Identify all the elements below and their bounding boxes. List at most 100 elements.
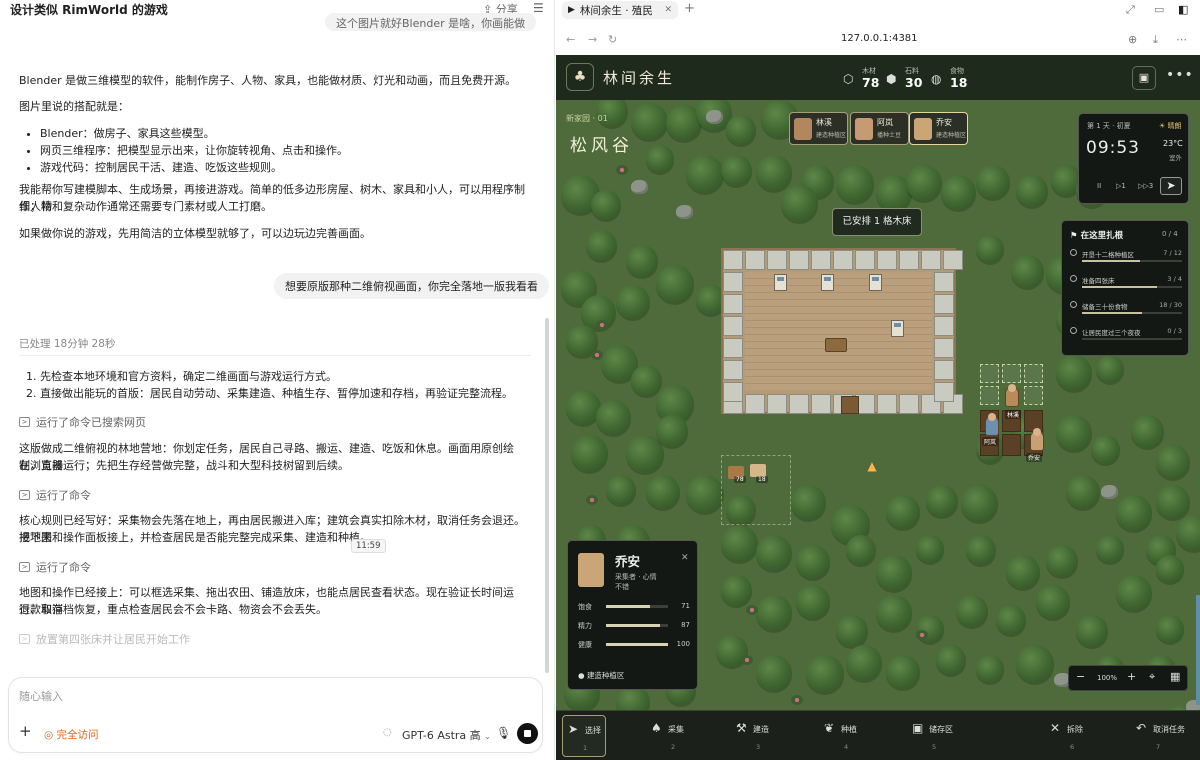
- tree[interactable]: [1016, 645, 1054, 683]
- expand-icon[interactable]: ⤢: [1126, 3, 1135, 17]
- browser-tab[interactable]: ▶ 林间余生 · 殖民 ✕: [562, 1, 678, 19]
- tree[interactable]: [876, 555, 912, 591]
- speed-1-button[interactable]: ▷1: [1116, 182, 1126, 190]
- wall-segment[interactable]: [934, 360, 954, 380]
- tool-leaf[interactable]: ❦ 种植 4: [824, 715, 882, 757]
- tree[interactable]: [1016, 175, 1048, 207]
- tree[interactable]: [1156, 555, 1184, 583]
- farm-cell[interactable]: [980, 386, 999, 405]
- tree[interactable]: [976, 235, 1004, 263]
- wall-segment[interactable]: [855, 250, 875, 270]
- tree[interactable]: [571, 435, 608, 472]
- tree[interactable]: [961, 485, 998, 522]
- wall-segment[interactable]: [921, 250, 941, 270]
- tree[interactable]: [726, 115, 756, 145]
- tree[interactable]: [926, 485, 958, 517]
- tree[interactable]: [836, 165, 874, 203]
- tree[interactable]: [686, 475, 724, 513]
- wall-segment[interactable]: [899, 250, 919, 270]
- wall-segment[interactable]: [877, 250, 897, 270]
- farm-cell[interactable]: [980, 364, 999, 383]
- colonist-card[interactable]: 阿岚 播种土豆: [850, 112, 909, 145]
- wall-segment[interactable]: [789, 250, 809, 270]
- tree[interactable]: [756, 595, 792, 631]
- tree[interactable]: [1056, 415, 1092, 451]
- tool-tree[interactable]: ♠ 采集 2: [651, 715, 709, 757]
- wall-segment[interactable]: [723, 316, 743, 336]
- close-icon[interactable]: ✕: [664, 5, 672, 15]
- tree[interactable]: [1006, 555, 1040, 589]
- tree[interactable]: [656, 265, 694, 303]
- tree[interactable]: [956, 595, 988, 627]
- tree[interactable]: [886, 495, 920, 529]
- close-icon[interactable]: ✕: [681, 553, 689, 563]
- wall-segment[interactable]: [723, 338, 743, 358]
- tree[interactable]: [846, 645, 882, 681]
- tool-undo[interactable]: ↶ 取消任务 7: [1136, 715, 1194, 757]
- door[interactable]: [841, 396, 859, 414]
- wall-segment[interactable]: [877, 394, 897, 414]
- tree[interactable]: [756, 655, 792, 691]
- tree[interactable]: [721, 575, 752, 606]
- forward-icon[interactable]: →: [588, 33, 597, 46]
- processed-time[interactable]: 已处理 18分钟 28秒: [19, 336, 115, 351]
- settings-icon[interactable]: ☰: [533, 1, 544, 15]
- tree[interactable]: [1156, 485, 1190, 519]
- model-selector[interactable]: GPT-6 Astra 高 ⌄: [402, 727, 491, 743]
- tree[interactable]: [1046, 545, 1078, 577]
- rock[interactable]: [706, 110, 723, 124]
- more-icon[interactable]: ···: [144, 0, 155, 14]
- tree[interactable]: [1091, 435, 1120, 464]
- rock[interactable]: [631, 180, 648, 194]
- tree[interactable]: [631, 365, 662, 396]
- tree[interactable]: [756, 535, 792, 571]
- tool-cursor[interactable]: ➤ 选择 1: [562, 715, 606, 757]
- download-icon[interactable]: ⤓: [1153, 33, 1158, 47]
- access-mode-button[interactable]: ◎ 完全访问: [44, 727, 99, 742]
- stop-button[interactable]: [517, 723, 538, 744]
- tree[interactable]: [906, 165, 942, 201]
- campfire-icon[interactable]: ▲: [863, 459, 881, 473]
- colonist-card[interactable]: 林溪 建造种植区: [789, 112, 848, 145]
- tree[interactable]: [626, 245, 658, 277]
- tree[interactable]: [1116, 575, 1152, 611]
- tree[interactable]: [806, 655, 844, 693]
- tree[interactable]: [631, 103, 668, 140]
- wall-segment[interactable]: [723, 360, 743, 380]
- wall-segment[interactable]: [943, 250, 963, 270]
- zoom-in-icon[interactable]: +: [1127, 670, 1136, 683]
- tree[interactable]: [756, 155, 792, 191]
- tree[interactable]: [1096, 355, 1124, 383]
- wall-segment[interactable]: [745, 250, 765, 270]
- game-canvas[interactable]: ♣ 林间余生 ⬡ 木材 78 ⬢ 石料 30 ◍ 食物 18 ▣ ••• 新家园…: [556, 55, 1200, 760]
- message-input[interactable]: 随心输入: [19, 688, 63, 704]
- wall-segment[interactable]: [811, 394, 831, 414]
- tree[interactable]: [976, 655, 1004, 683]
- tree[interactable]: [606, 475, 636, 505]
- house-building[interactable]: [721, 248, 963, 414]
- wall-segment[interactable]: [789, 394, 809, 414]
- wall-segment[interactable]: [723, 382, 743, 402]
- tree[interactable]: [686, 155, 724, 193]
- tree[interactable]: [966, 535, 996, 565]
- cursor-icon[interactable]: ➤: [1160, 177, 1182, 195]
- back-icon[interactable]: ←: [566, 33, 575, 46]
- colonist-card-selected[interactable]: 乔安 建造种植区: [909, 112, 968, 145]
- save-button[interactable]: ▣: [1132, 66, 1156, 90]
- colonist-sprite[interactable]: [1005, 384, 1019, 407]
- tool-x[interactable]: ✕ 拆除 6: [1050, 715, 1108, 757]
- tool-hammer[interactable]: ⚒ 建造 3: [736, 715, 794, 757]
- scrollbar[interactable]: [545, 318, 549, 673]
- stockpile-zone[interactable]: 78 18: [721, 455, 791, 525]
- farm-zone[interactable]: 林溪 阿岚 乔安: [980, 364, 1044, 462]
- tree[interactable]: [1096, 535, 1124, 563]
- tree[interactable]: [791, 485, 826, 520]
- table[interactable]: [825, 338, 847, 352]
- crosshair-icon[interactable]: ⌖: [1149, 670, 1155, 684]
- tree[interactable]: [976, 165, 1010, 199]
- tree[interactable]: [586, 230, 617, 261]
- command-entry[interactable]: > 运行了命令: [19, 487, 91, 503]
- tree[interactable]: [796, 585, 830, 619]
- tree[interactable]: [941, 175, 976, 210]
- rock[interactable]: [676, 205, 693, 219]
